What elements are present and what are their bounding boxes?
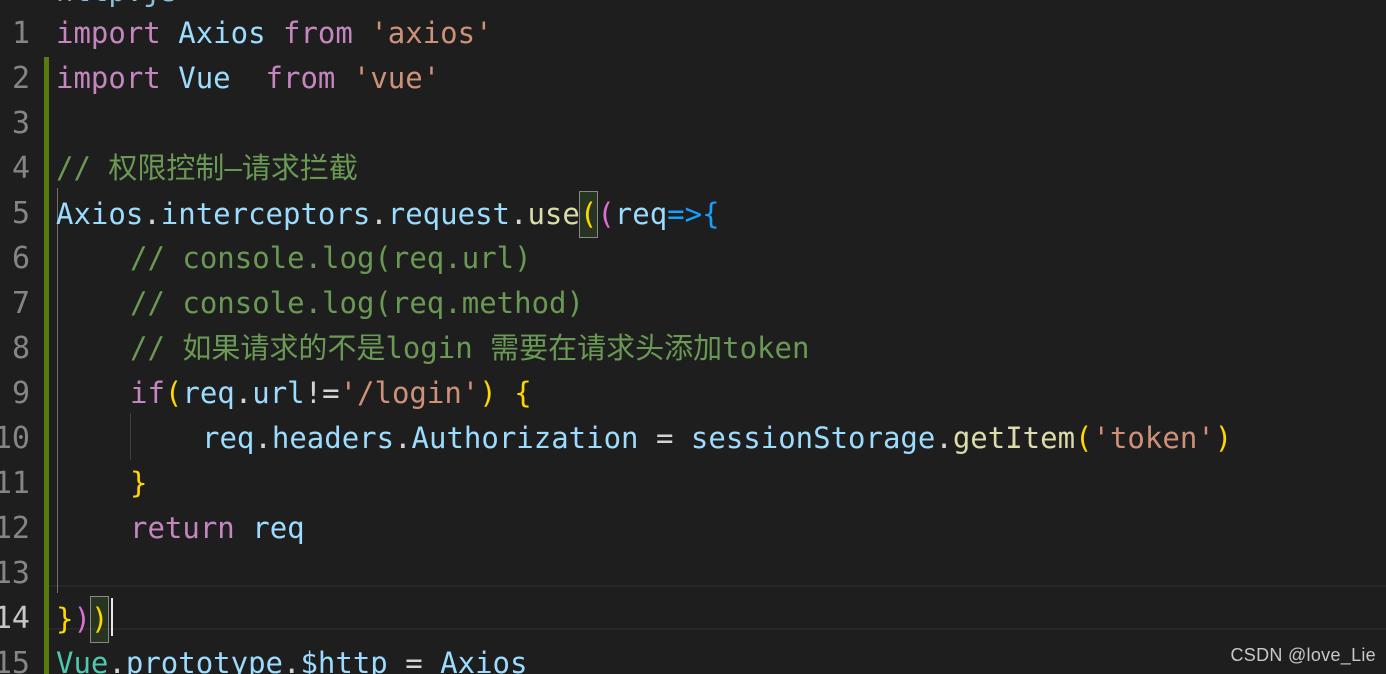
- token-assign: =: [638, 421, 691, 455]
- code-line-9[interactable]: if(req.url!='/login') {: [0, 371, 1386, 416]
- token-interceptors: interceptors: [160, 197, 371, 231]
- code-line-5[interactable]: Axios.interceptors.request.use((req=>{: [0, 191, 1386, 238]
- token-comment-console-url: // console.log(req.url): [130, 241, 532, 275]
- code-line-14[interactable]: })): [0, 596, 1386, 643]
- token-axios-ident: Axios: [178, 16, 266, 50]
- code-editor[interactable]: http.js × import Axios from 'axios' impo…: [0, 0, 1386, 674]
- bracket-match-close: ): [89, 596, 110, 643]
- token-req: req: [252, 511, 305, 545]
- token-brace-close: }: [56, 602, 74, 636]
- token-session-storage: sessionStorage: [690, 421, 936, 455]
- token-use-method: use: [527, 197, 580, 231]
- token-paren-open: (: [1075, 421, 1093, 455]
- token-from: from: [283, 16, 353, 50]
- csdn-watermark: CSDN @love_Lie: [1230, 645, 1376, 665]
- gutter-modified-marker: [44, 57, 49, 674]
- token-get-item: getItem: [952, 421, 1076, 455]
- code-line-15[interactable]: Vue.prototype.$http = Axios: [0, 641, 1386, 674]
- bracket-match-open: (: [578, 191, 599, 238]
- token-prototype: prototype: [125, 646, 283, 674]
- code-line-2[interactable]: import Vue from 'vue': [0, 56, 1386, 101]
- token-axios-ident: Axios: [56, 197, 144, 231]
- code-line-4[interactable]: // 权限控制—请求拦截: [0, 146, 1386, 191]
- token-paren-close: ): [479, 376, 497, 410]
- token-req: req: [182, 376, 235, 410]
- code-line-6[interactable]: // console.log(req.url): [0, 236, 1386, 281]
- token-request: request: [387, 197, 510, 231]
- token-comment-permission: // 权限控制—请求拦截: [56, 151, 358, 185]
- token-vue-ident: Vue: [56, 646, 109, 674]
- code-line-10[interactable]: req.headers.Authorization = sessionStora…: [0, 416, 1386, 461]
- token-arrow: =>: [667, 197, 703, 231]
- code-line-13[interactable]: [0, 551, 1386, 596]
- text-caret: [111, 598, 113, 636]
- token-paren-close: ): [1214, 421, 1233, 455]
- token-req: req: [202, 421, 255, 455]
- token-url-prop: url: [252, 376, 305, 410]
- token-vue-ident: Vue: [178, 61, 231, 95]
- code-line-3[interactable]: [0, 101, 1386, 146]
- token-axios-module: 'axios': [370, 16, 493, 50]
- token-comment-token-note: // 如果请求的不是login 需要在请求头添加token: [130, 331, 810, 365]
- token-brace-close: }: [130, 466, 148, 500]
- token-paren-open: (: [164, 376, 183, 410]
- token-brace-open: {: [514, 376, 532, 410]
- token-from: from: [265, 61, 336, 95]
- code-content[interactable]: import Axios from 'axios' import Vue fro…: [0, 0, 1386, 674]
- token-axios-ident: Axios: [440, 646, 528, 674]
- token-return: return: [130, 511, 235, 545]
- token-token-key: 'token': [1092, 421, 1215, 455]
- code-line-11[interactable]: }: [0, 461, 1386, 506]
- token-import: import: [56, 16, 161, 50]
- token-login-path: '/login': [339, 376, 480, 410]
- code-line-12[interactable]: return req: [0, 506, 1386, 551]
- token-comment-console-method: // console.log(req.method): [130, 286, 584, 320]
- token-brace-open: {: [702, 197, 720, 231]
- token-not-equal: !=: [304, 376, 340, 410]
- token-authorization: Authorization: [411, 421, 639, 455]
- code-line-8[interactable]: // 如果请求的不是login 需要在请求头添加token: [0, 326, 1386, 371]
- token-vue-module: 'vue': [352, 61, 441, 95]
- token-import: import: [56, 61, 161, 95]
- token-paren-close-2: ): [73, 602, 91, 636]
- token-req-param: req: [614, 197, 668, 231]
- token-assign: =: [387, 646, 441, 674]
- token-paren-open-2: (: [597, 197, 615, 231]
- token-http-prop: $http: [300, 646, 388, 674]
- token-if: if: [130, 376, 165, 410]
- token-headers: headers: [271, 421, 395, 455]
- code-line-1[interactable]: import Axios from 'axios': [0, 11, 1386, 56]
- code-line-7[interactable]: // console.log(req.method): [0, 281, 1386, 326]
